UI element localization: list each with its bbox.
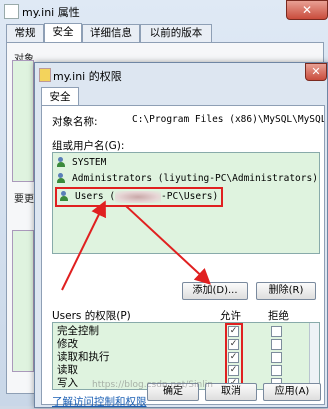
arrow-to-allow xyxy=(125,205,211,285)
arrow-to-users xyxy=(61,200,106,291)
annotation-arrows xyxy=(61,200,211,291)
watermark: https://blog.csdn.net/Sinlin xyxy=(92,380,213,390)
